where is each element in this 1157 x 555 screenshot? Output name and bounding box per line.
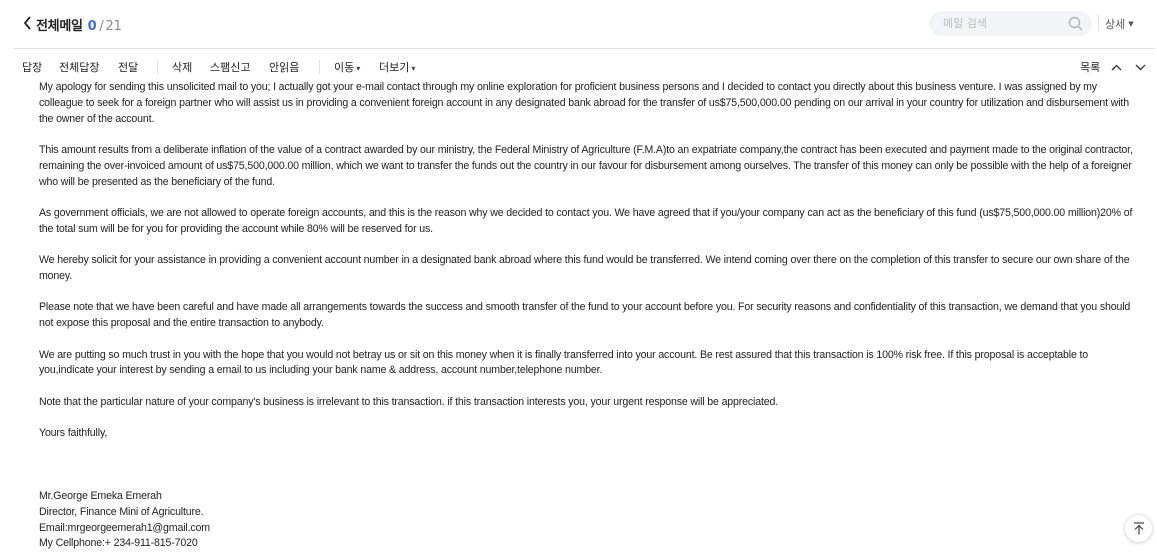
signature-block: Mr.George Emeka Emerah Director, Finance… <box>39 489 1139 552</box>
signature-line: My Cellphone:+ 234-911-815-7020 <box>39 537 198 550</box>
message-paragraph: As government officials, we are not allo… <box>39 206 1133 235</box>
forward-button[interactable]: 전달 <box>118 59 138 75</box>
chevron-left-icon <box>23 16 31 30</box>
arrow-up-icon <box>1133 522 1144 535</box>
message-paragraph: My apology for sending this unsolicited … <box>39 81 1129 125</box>
message-paragraph: We hereby solicit for your assistance in… <box>39 254 1130 282</box>
reply-all-button[interactable]: 전체답장 <box>59 59 99 75</box>
signature-line: Mr.George Emeka Emerah <box>39 489 162 502</box>
scroll-top-button[interactable] <box>1124 514 1153 543</box>
detail-label: 상세 <box>1105 18 1126 31</box>
list-button[interactable]: 목록 <box>1080 59 1100 75</box>
signature-line: Director, Finance Mini of Agriculture. <box>39 505 204 518</box>
search-icon[interactable] <box>1068 16 1083 31</box>
detail-search-button[interactable]: 상세 ▼ <box>1105 16 1134 32</box>
message-closing: Yours faithfully, <box>39 427 108 440</box>
toolbar-divider <box>157 60 158 74</box>
header-divider <box>1098 15 1099 31</box>
message-body: My apology for sending this unsolicited … <box>39 80 1139 552</box>
mailbox-name: 전체메일 <box>36 19 83 34</box>
prev-mail-button[interactable] <box>1108 59 1124 75</box>
next-mail-button[interactable] <box>1132 59 1148 75</box>
more-dropdown[interactable]: 더보기 <box>379 59 415 75</box>
unread-count[interactable]: 0 <box>88 19 97 34</box>
toolbar-divider <box>319 60 320 74</box>
total-count: 21 <box>105 19 122 34</box>
mail-toolbar: 답장 전체답장 전달 삭제 스팸신고 안읽음 이동 더보기 목록 <box>13 48 1155 82</box>
search-input[interactable] <box>941 16 1073 31</box>
signature-line: Email:mrgeorgeemerah1@gmail.com <box>39 521 210 534</box>
message-paragraph: Note that the particular nature of your … <box>39 395 779 408</box>
spam-report-button[interactable]: 스팸신고 <box>210 59 250 75</box>
chevron-up-icon <box>1111 64 1121 70</box>
count-separator: / <box>99 19 104 34</box>
message-paragraph: We are putting so much trust in you with… <box>39 348 1089 377</box>
reply-button[interactable]: 답장 <box>22 59 42 75</box>
mark-unread-button[interactable]: 안읽음 <box>269 59 299 75</box>
mailbox-title: 전체메일 0 / 21 <box>36 15 122 34</box>
message-paragraph: This amount results from a deliberate in… <box>39 143 1133 188</box>
message-paragraph: Please note that we have been careful an… <box>39 301 1131 330</box>
mail-header: 전체메일 0 / 21 상세 ▼ <box>0 0 1157 48</box>
move-dropdown[interactable]: 이동 <box>334 59 360 75</box>
caret-down-icon: ▼ <box>1128 20 1134 28</box>
delete-button[interactable]: 삭제 <box>172 59 192 75</box>
chevron-down-icon <box>1135 64 1145 70</box>
back-button[interactable] <box>19 13 35 33</box>
search-box <box>929 11 1092 36</box>
